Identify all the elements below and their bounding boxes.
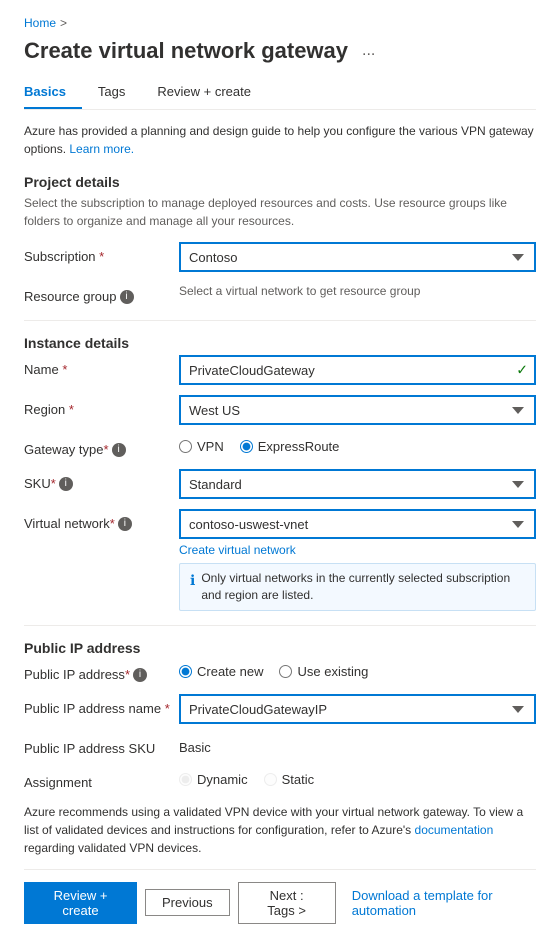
sku-select[interactable]: Standard — [179, 469, 536, 499]
resource-group-row: Resource group i Select a virtual networ… — [24, 282, 536, 306]
assignment-static[interactable]: Static — [264, 772, 315, 787]
virtual-network-select[interactable]: contoso-uswest-vnet — [179, 509, 536, 539]
region-select[interactable]: West US — [179, 395, 536, 425]
public-ip-use-existing[interactable]: Use existing — [279, 664, 368, 679]
tab-review-create[interactable]: Review + create — [157, 76, 267, 109]
create-virtual-network-link[interactable]: Create virtual network — [179, 543, 296, 557]
download-template-link[interactable]: Download a template for automation — [344, 883, 536, 923]
gateway-type-expressroute[interactable]: ExpressRoute — [240, 439, 340, 454]
gateway-type-info-icon[interactable]: i — [112, 443, 126, 457]
gateway-type-radio-group: VPN ExpressRoute — [179, 435, 536, 454]
sku-row: SKU * i Standard — [24, 469, 536, 499]
breadcrumb: Home > — [24, 16, 536, 30]
tab-bar: Basics Tags Review + create — [24, 76, 536, 110]
public-ip-row: Public IP address * i Create new Use exi… — [24, 660, 536, 684]
public-ip-name-select[interactable]: PrivateCloudGatewayIP — [179, 694, 536, 724]
note-info-icon: ℹ — [190, 571, 195, 591]
review-create-button[interactable]: Review + create — [24, 882, 137, 924]
virtual-network-row: Virtual network * i contoso-uswest-vnet … — [24, 509, 536, 611]
public-ip-sku-row: Public IP address SKU Basic — [24, 734, 536, 758]
sku-info-icon[interactable]: i — [59, 477, 73, 491]
ellipsis-button[interactable]: ... — [358, 40, 379, 62]
region-row: Region * West US — [24, 395, 536, 425]
public-ip-sku-value: Basic — [179, 734, 536, 755]
footer-note-link[interactable]: documentation — [415, 823, 494, 837]
tab-basics[interactable]: Basics — [24, 76, 82, 109]
tab-tags[interactable]: Tags — [98, 76, 141, 109]
public-ip-info-icon[interactable]: i — [133, 668, 147, 682]
subscription-select[interactable]: Contoso — [179, 242, 536, 272]
subscription-row: Subscription * Contoso — [24, 242, 536, 272]
footer-note: Azure recommends using a validated VPN d… — [24, 803, 536, 857]
breadcrumb-home[interactable]: Home — [24, 16, 56, 30]
public-ip-create-new[interactable]: Create new — [179, 664, 263, 679]
project-details-title: Project details — [24, 174, 536, 190]
assignment-row: Assignment Dynamic Static — [24, 768, 536, 792]
instance-details-title: Instance details — [24, 335, 536, 351]
virtual-network-info-icon[interactable]: i — [118, 517, 132, 531]
name-checkmark: ✓ — [516, 362, 528, 379]
next-button[interactable]: Next : Tags > — [238, 882, 336, 924]
project-details-desc: Select the subscription to manage deploy… — [24, 194, 536, 230]
previous-button[interactable]: Previous — [145, 889, 230, 916]
learn-more-link[interactable]: Learn more. — [69, 142, 134, 156]
breadcrumb-separator: > — [60, 16, 67, 30]
assignment-radio-group: Dynamic Static — [179, 768, 536, 787]
virtual-network-note: ℹ Only virtual networks in the currently… — [179, 563, 536, 611]
resource-group-info-icon[interactable]: i — [120, 290, 134, 304]
info-bar: Azure has provided a planning and design… — [24, 122, 536, 158]
footer-bar: Review + create Previous Next : Tags > D… — [24, 869, 536, 928]
name-input[interactable] — [179, 355, 536, 385]
public-ip-radio-group: Create new Use existing — [179, 660, 536, 679]
resource-group-helper: Select a virtual network to get resource… — [179, 284, 536, 298]
gateway-type-vpn[interactable]: VPN — [179, 439, 224, 454]
subscription-label: Subscription * — [24, 242, 179, 266]
gateway-type-row: Gateway type * i VPN ExpressRoute — [24, 435, 536, 459]
public-ip-name-row: Public IP address name * PrivateCloudGat… — [24, 694, 536, 724]
name-row: Name * ✓ — [24, 355, 536, 385]
page-title: Create virtual network gateway — [24, 38, 348, 64]
assignment-dynamic[interactable]: Dynamic — [179, 772, 248, 787]
public-ip-title: Public IP address — [24, 640, 536, 656]
